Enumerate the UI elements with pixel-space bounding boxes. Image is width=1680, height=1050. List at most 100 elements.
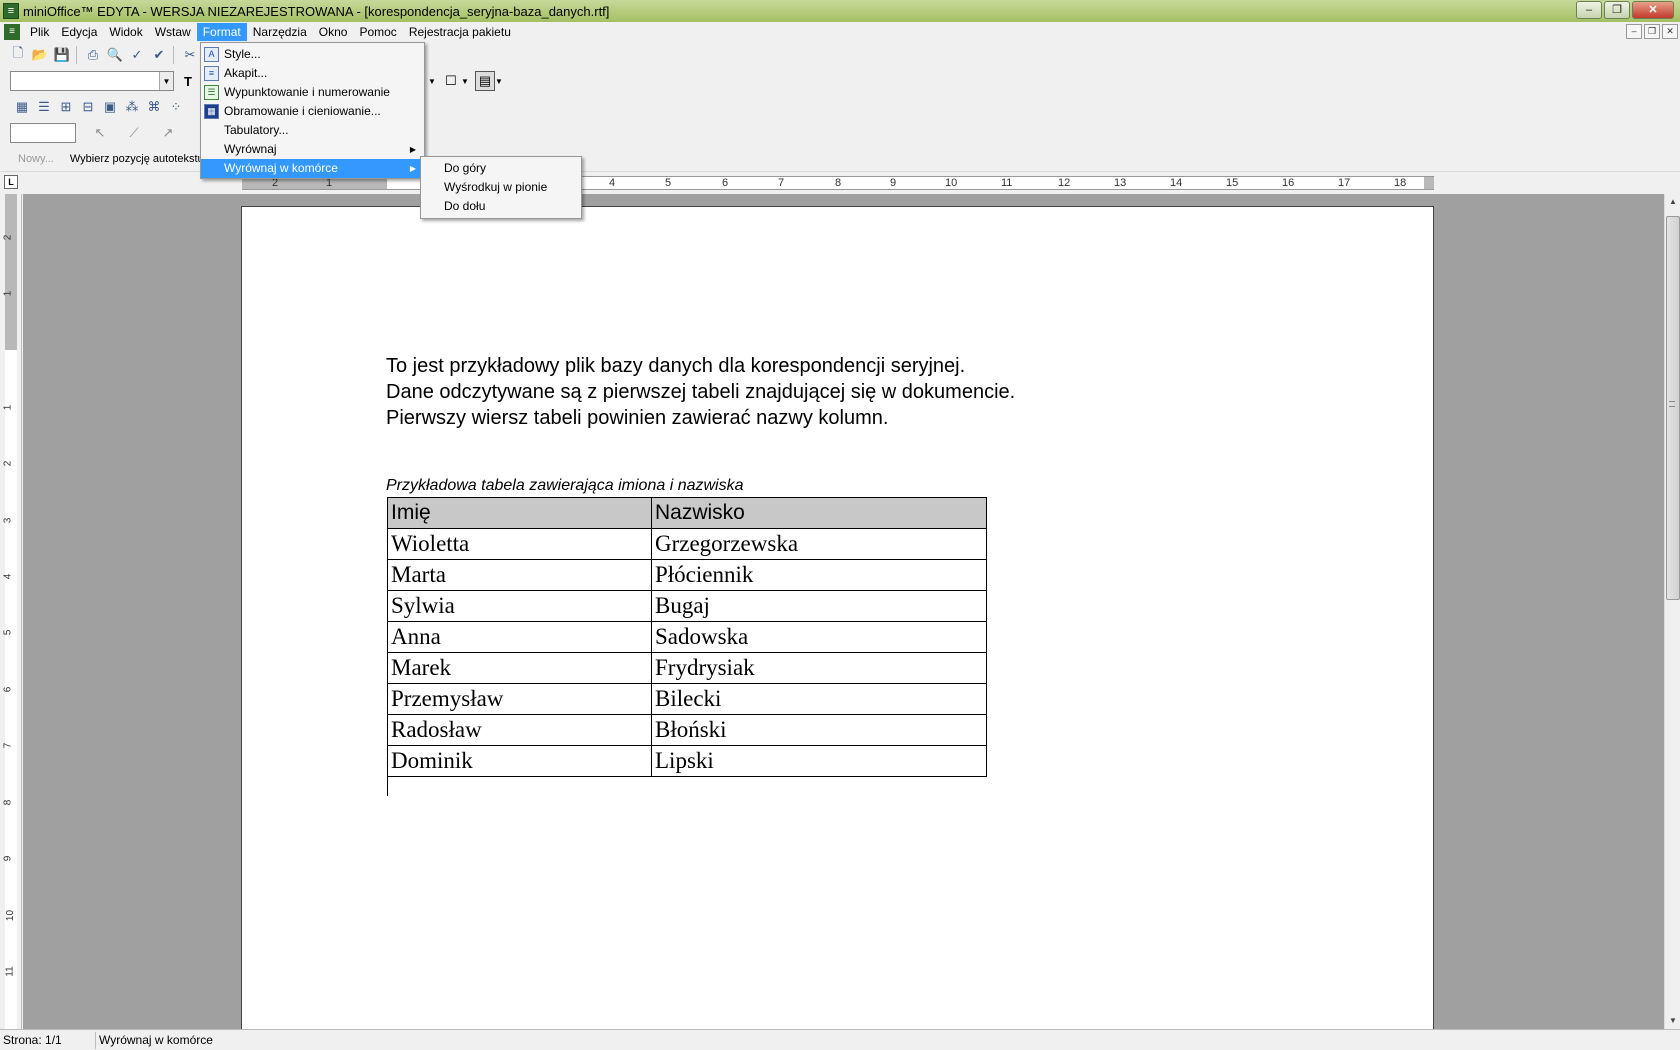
line-icon[interactable]: ⟋ [124,123,144,143]
header-cell-imie[interactable]: Imię [387,497,652,529]
ruler-number: 7 [2,742,14,749]
menu-plik[interactable]: Plik [24,23,55,41]
document-icon[interactable]: ≡ [4,24,20,40]
table-cell[interactable]: Dominik [387,745,652,777]
table-cell[interactable]: Frydrysiak [651,652,987,684]
cut-icon[interactable]: ✂ [180,45,200,65]
app-icon[interactable]: ≡ [3,3,19,19]
menu-pomoc[interactable]: Pomoc [353,23,402,41]
table-insert-cell-icon[interactable]: ⊞ [56,97,76,117]
document-page[interactable]: To jest przykładowy plik bazy danych dla… [241,206,1434,1029]
ruler-number: 9 [890,177,897,189]
new-document-icon[interactable]: 🗋 [8,45,28,65]
ruler-number: 14 [1170,177,1183,189]
ruler-number: 4 [2,573,14,580]
table-cell[interactable]: Przemysław [387,683,652,715]
menu-widok[interactable]: Widok [103,23,148,41]
print-icon[interactable]: ⎙ [83,45,103,65]
intro-line[interactable]: Pierwszy wiersz tabeli powinien zawierać… [386,405,1015,431]
chevron-down-icon[interactable]: ▼ [461,77,473,86]
menu-wstaw[interactable]: Wstaw [149,23,197,41]
minimize-button[interactable]: – [1576,1,1602,19]
table-network-icon[interactable]: ⁘ [166,97,186,117]
ruler-number: 10 [945,177,958,189]
table-cell[interactable]: Błoński [651,714,987,746]
header-cell-nazwisko[interactable]: Nazwisko [651,497,987,529]
scrollbar-thumb[interactable] [1666,216,1680,600]
print-preview-icon[interactable]: 🔍 [105,45,125,65]
font-icon[interactable]: T [178,71,198,91]
menu-bar: ≡ Plik Edycja Widok Wstaw Format Narzędz… [0,22,1680,42]
table-cell[interactable]: Płóciennik [651,559,987,591]
insert-table-icon[interactable]: ▦ [12,97,32,117]
table-cell[interactable]: Wioletta [387,528,652,560]
scroll-up-icon[interactable]: ▲ [1665,194,1680,210]
close-button[interactable]: ✕ [1632,1,1674,19]
table-cell[interactable]: Radosław [387,714,652,746]
menu-item-obramowanie[interactable]: ▦ Obramowanie i cieniowanie... [201,102,424,121]
ruler-number: 5 [2,629,14,636]
table-caption[interactable]: Przykładowa tabela zawierająca imiona i … [386,477,744,495]
arrow-left-icon[interactable]: ↖ [90,123,110,143]
chevron-down-icon[interactable]: ▼ [425,71,439,91]
menu-okno[interactable]: Okno [313,23,354,41]
table-merge-icon[interactable]: ▣ [100,97,120,117]
chevron-down-icon[interactable]: ▼ [495,77,507,86]
spellcheck-icon[interactable]: ✓ [127,45,147,65]
drawing-combo[interactable] [10,123,76,143]
autotext-new-button[interactable]: Nowy... [18,153,54,165]
intro-line[interactable]: Dane odczytywane są z pierwszej tabeli z… [386,379,1015,405]
table-tree-icon[interactable]: ⁂ [122,97,142,117]
save-icon[interactable]: 💾 [52,45,72,65]
ruler-number: 6 [722,177,729,189]
window-title: miniOffice™ EDYTA - WERSJA NIEZAREJESTRO… [23,3,610,19]
names-table[interactable]: Imię Nazwisko Wioletta Grzegorzewska Mar… [387,497,987,777]
doc-restore-button[interactable]: ❐ [1644,24,1660,39]
menu-item-do-gory[interactable]: Do góry [421,159,581,178]
scroll-down-icon[interactable]: ▼ [1665,1013,1680,1029]
menu-item-wypunktowanie[interactable]: ☰ Wypunktowanie i numerowanie [201,83,424,102]
table-cell[interactable]: Sylwia [387,590,652,622]
menu-item-tabulatory[interactable]: Tabulatory... [201,121,424,140]
border-icon[interactable]: ☐ [441,71,461,91]
menu-rejestracja[interactable]: Rejestracja pakietu [403,23,517,41]
table-cell[interactable]: Bugaj [651,590,987,622]
doc-close-button[interactable]: ✕ [1662,24,1678,39]
menu-item-wysrodkuj[interactable]: Wyśrodkuj w pionie [421,178,581,197]
table-split-icon[interactable]: ⊟ [78,97,98,117]
table-cell[interactable]: Sadowska [651,621,987,653]
table-cell[interactable]: Grzegorzewska [651,528,987,560]
spellcheck-auto-icon[interactable]: ✔ [149,45,169,65]
ruler-number: 12 [1058,177,1071,189]
vertical-scrollbar[interactable]: ▲ ▼ [1664,194,1680,1029]
tab-selector-icon[interactable]: L [4,175,18,189]
table-cell[interactable]: Bilecki [651,683,987,715]
menu-edycja[interactable]: Edycja [55,23,103,41]
menu-item-wyrownaj-w-komorce[interactable]: Wyrównaj w komórce ▶ [201,159,424,178]
table-cell[interactable]: Marek [387,652,652,684]
autotext-select[interactable]: Wybierz pozycję autotekstu. [70,153,207,165]
ruler-number: 7 [778,177,785,189]
arrow-right-icon[interactable]: ↗ [158,123,178,143]
menu-narzedzia[interactable]: Narzędzia [247,23,313,41]
menu-item-style[interactable]: A Style... [201,45,424,64]
menu-item-wyrownaj[interactable]: Wyrównaj ▶ [201,140,424,159]
style-combo[interactable]: ▼ [10,71,174,91]
intro-text[interactable]: To jest przykładowy plik bazy danych dla… [386,353,1015,431]
intro-line[interactable]: To jest przykładowy plik bazy danych dla… [386,353,1015,379]
maximize-button[interactable]: ❐ [1604,1,1630,19]
table-cell[interactable]: Anna [387,621,652,653]
table-rows-icon[interactable]: ☰ [34,97,54,117]
chevron-down-icon[interactable]: ▼ [159,72,173,90]
shading-icon[interactable]: ▤ [475,71,495,91]
table-row: Dominik Lipski [387,745,987,777]
menu-item-akapit[interactable]: ≡ Akapit... [201,64,424,83]
table-flow-icon[interactable]: ⌘ [144,97,164,117]
menu-item-do-dolu[interactable]: Do dołu [421,197,581,216]
menu-format[interactable]: Format [196,23,247,41]
borders-icon: ▦ [204,104,219,119]
table-cell[interactable]: Marta [387,559,652,591]
doc-minimize-button[interactable]: – [1626,24,1642,39]
table-cell[interactable]: Lipski [651,745,987,777]
open-folder-icon[interactable]: 📂 [30,45,50,65]
